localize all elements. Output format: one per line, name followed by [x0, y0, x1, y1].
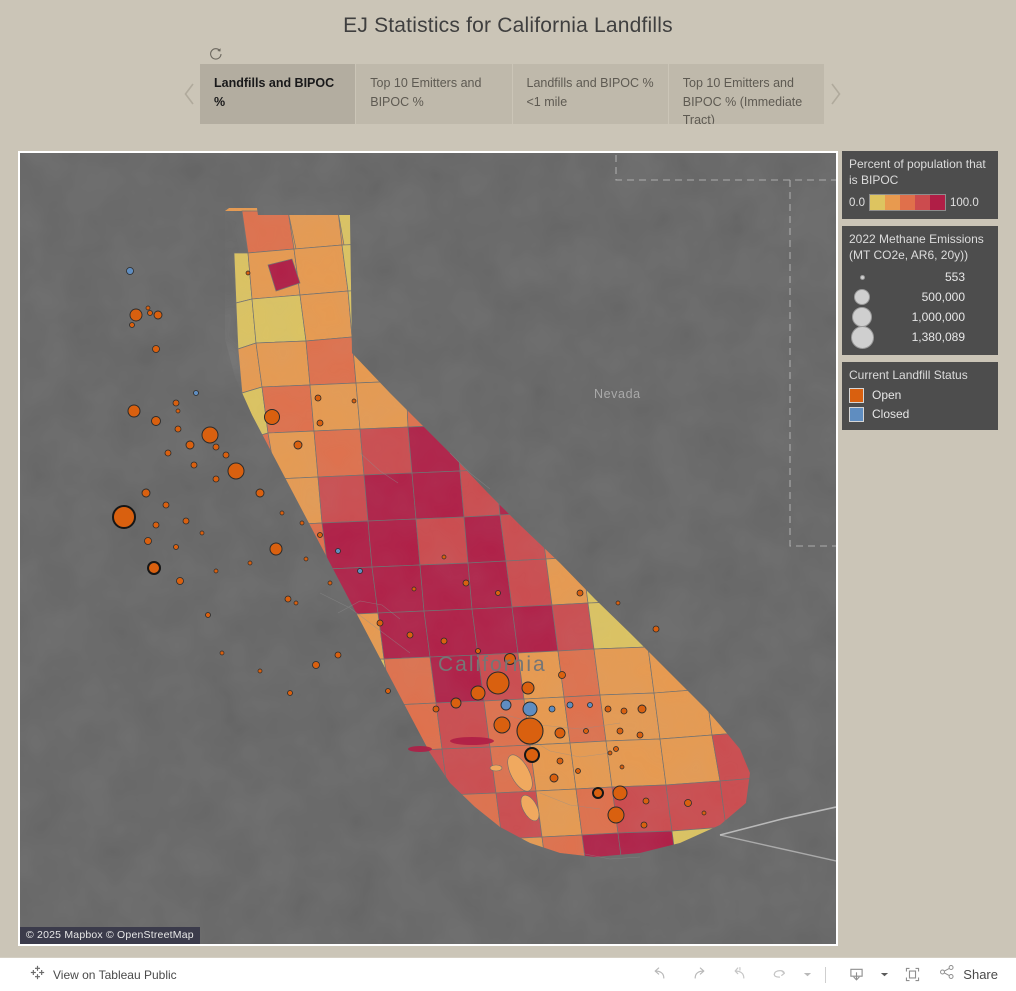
legend-size-bubble — [849, 274, 875, 280]
map-canvas[interactable] — [20, 153, 836, 944]
legend-status-closed[interactable]: Closed — [849, 406, 991, 422]
view-on-tableau-public-label: View on Tableau Public — [53, 967, 177, 982]
reset-icon[interactable] — [208, 46, 224, 62]
legend-bipoc-percent: Percent of population that is BIPOC 0.0 … — [842, 151, 998, 219]
share-button[interactable]: Share — [932, 963, 998, 986]
legend-status-title: Current Landfill Status — [849, 368, 968, 382]
undo-button[interactable] — [639, 960, 679, 990]
legend-size-item: 553 — [849, 267, 991, 287]
toolbar-actions: Share — [639, 960, 998, 990]
download-button[interactable] — [836, 960, 876, 990]
legend-column: Percent of population that is BIPOC 0.0 … — [842, 151, 998, 437]
tab-top-10-emitters-and-bipoc-pct-immediate-tract[interactable]: Top 10 Emitters and BIPOC % (Immediate T… — [668, 64, 824, 124]
legend-size-label: 1,380,089 — [911, 330, 965, 344]
legend-size-label: 1,000,000 — [911, 310, 965, 324]
revert-button[interactable] — [719, 960, 759, 990]
tabs-row: Landfills and BIPOC % Top 10 Emitters an… — [200, 64, 824, 124]
legend-bipoc-min: 0.0 — [849, 196, 865, 209]
fullscreen-button[interactable] — [892, 960, 932, 990]
legend-status-closed-label: Closed — [872, 407, 910, 421]
legend-swatch-closed — [849, 406, 864, 422]
map-view[interactable]: Nevada California © 2025 Mapbox © OpenSt… — [18, 151, 838, 946]
view-on-tableau-public-link[interactable]: View on Tableau Public — [30, 965, 177, 985]
page-title: EJ Statistics for California Landfills — [343, 14, 673, 37]
legend-status-open[interactable]: Open — [849, 387, 991, 403]
tab-landfills-and-bipoc-pct-under-1-mile[interactable]: Landfills and BIPOC % <1 mile — [512, 64, 668, 124]
tab-top-10-emitters-and-bipoc-pct[interactable]: Top 10 Emitters and BIPOC % — [356, 64, 512, 124]
legend-bipoc-max: 100.0 — [950, 196, 979, 209]
viz-container: Nevada California © 2025 Mapbox © OpenSt… — [18, 151, 998, 946]
legend-size-bubble — [849, 325, 875, 349]
toolbar-divider — [825, 966, 827, 983]
redo-button[interactable] — [679, 960, 719, 990]
share-label: Share — [963, 967, 998, 982]
legend-swatch-open — [849, 387, 864, 403]
legend-size-label: 553 — [944, 270, 965, 284]
tab-prev-arrow[interactable] — [178, 64, 200, 124]
map-attribution[interactable]: © 2025 Mapbox © OpenStreetMap — [20, 927, 200, 944]
legend-bipoc-gradient — [869, 194, 946, 211]
legend-methane-title: 2022 Methane Emissions (MT CO2e, AR6, 20… — [849, 232, 984, 262]
download-dropdown-caret-icon[interactable] — [876, 960, 892, 990]
bottom-toolbar: View on Tableau Public Share — [0, 957, 1016, 991]
tableau-logo-icon — [30, 965, 45, 985]
tab-next-arrow[interactable] — [824, 64, 846, 124]
refresh-button[interactable] — [759, 960, 799, 990]
legend-bipoc-title: Percent of population that is BIPOC — [849, 157, 986, 187]
legend-size-bubble — [849, 307, 875, 327]
legend-size-item: 1,380,089 — [849, 325, 991, 349]
legend-size-item: 1,000,000 — [849, 307, 991, 327]
legend-size-bubble — [849, 289, 875, 305]
tabstrip: Landfills and BIPOC % Top 10 Emitters an… — [178, 64, 846, 124]
legend-methane-emissions: 2022 Methane Emissions (MT CO2e, AR6, 20… — [842, 226, 998, 355]
tab-landfills-and-bipoc-pct[interactable]: Landfills and BIPOC % — [200, 64, 356, 124]
refresh-dropdown-caret-icon[interactable] — [799, 960, 815, 990]
share-icon — [938, 963, 956, 986]
legend-size-label: 500,000 — [921, 290, 965, 304]
legend-status-open-label: Open — [872, 388, 902, 402]
legend-landfill-status: Current Landfill Status Open Closed — [842, 362, 998, 430]
legend-size-item: 500,000 — [849, 287, 991, 307]
legend-bipoc-scale: 0.0 100.0 — [849, 194, 991, 211]
tabstrip-container: Landfills and BIPOC % Top 10 Emitters an… — [0, 44, 1016, 136]
